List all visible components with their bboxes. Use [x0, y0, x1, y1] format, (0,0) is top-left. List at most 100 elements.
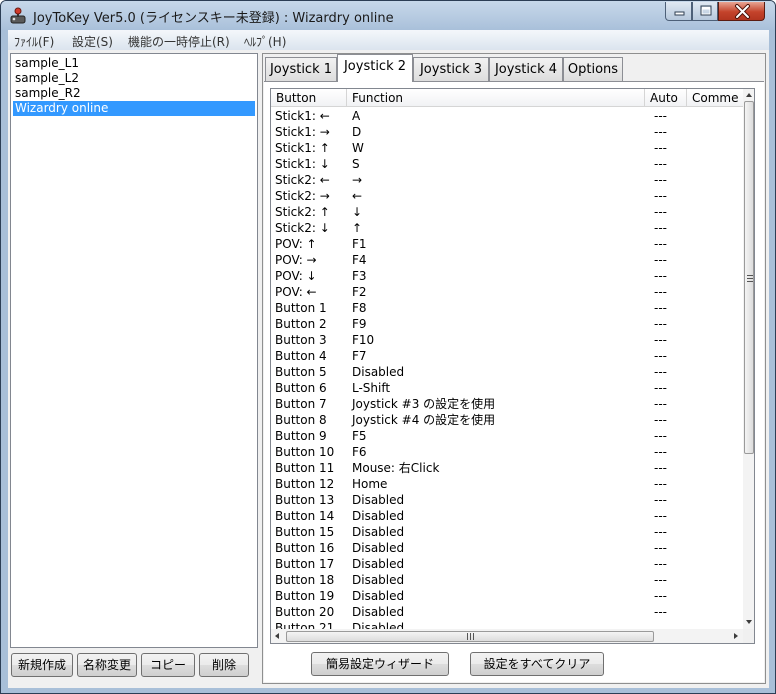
table-row[interactable]: Button 12 Home --- [271, 476, 743, 492]
row-button-cell: Button 17 [275, 557, 335, 571]
delete-profile-button[interactable]: 削除 [199, 653, 249, 677]
scroll-right-icon[interactable] [729, 629, 741, 643]
tab-joystick-4[interactable]: Joystick 4 [489, 57, 563, 82]
row-auto-cell: --- [654, 445, 667, 459]
row-function-cell: F7 [352, 349, 367, 363]
column-button[interactable]: Button [271, 89, 347, 107]
row-auto-cell: --- [654, 125, 667, 139]
profile-item[interactable]: sample_L1 [13, 56, 255, 71]
table-row[interactable]: Button 15 Disabled --- [271, 524, 743, 540]
profile-list[interactable]: sample_L1 sample_L2 sample_R2 Wizardry o… [10, 53, 258, 648]
vertical-scrollbar[interactable] [743, 89, 755, 629]
row-function-cell: F6 [352, 445, 367, 459]
table-row[interactable]: Button 10 F6 --- [271, 444, 743, 460]
profile-item-selected[interactable]: Wizardry online [13, 101, 255, 116]
table-row[interactable]: POV: → F4 --- [271, 252, 743, 268]
table-row[interactable]: Button 1 F8 --- [271, 300, 743, 316]
table-row[interactable]: Stick1: ↓ S --- [271, 156, 743, 172]
column-comment[interactable]: Comme [687, 89, 743, 107]
close-button[interactable] [718, 2, 765, 21]
tab-joystick-3[interactable]: Joystick 3 [413, 57, 489, 82]
tab-options[interactable]: Options [563, 57, 623, 82]
scroll-up-icon[interactable] [743, 90, 755, 100]
tab-joystick-2[interactable]: Joystick 2 [337, 54, 413, 82]
row-auto-cell: --- [654, 237, 667, 251]
table-row[interactable]: POV: ← F2 --- [271, 284, 743, 300]
profile-item[interactable]: sample_R2 [13, 86, 255, 101]
horizontal-scrollbar[interactable] [271, 629, 743, 643]
row-function-cell: Disabled [352, 365, 405, 379]
row-function-cell: Disabled [352, 525, 405, 539]
table-row[interactable]: Button 2 F9 --- [271, 316, 743, 332]
row-button-cell: Button 1 [275, 301, 327, 315]
table-row[interactable]: Stick1: ↑ W --- [271, 140, 743, 156]
row-auto-cell: --- [654, 141, 667, 155]
row-button-cell: Button 8 [275, 413, 327, 427]
table-row[interactable]: Stick1: ← A --- [271, 108, 743, 124]
table-row[interactable]: Button 18 Disabled --- [271, 572, 743, 588]
row-button-cell: POV: ↑ [275, 237, 317, 251]
row-button-cell: Stick2: ↑ [275, 205, 330, 219]
table-row[interactable]: Button 19 Disabled --- [271, 588, 743, 604]
rename-profile-button[interactable]: 名称変更 [77, 653, 137, 677]
row-button-cell: Stick2: ← [275, 173, 330, 187]
row-button-cell: Button 2 [275, 317, 327, 331]
minimize-button[interactable] [665, 2, 692, 21]
menu-help[interactable]: ﾍﾙﾌﾟ(H) [244, 33, 286, 50]
menu-pause[interactable]: 機能の一時停止(R) [128, 33, 230, 50]
table-row[interactable]: Button 8 Joystick #4 の設定を使用 --- [271, 412, 743, 428]
table-row[interactable]: Button 9 F5 --- [271, 428, 743, 444]
row-function-cell: ← [352, 189, 363, 203]
table-row[interactable]: Button 6 L-Shift --- [271, 380, 743, 396]
setup-wizard-button[interactable]: 簡易設定ウィザード [311, 652, 449, 676]
maximize-icon [700, 5, 712, 16]
table-row[interactable]: Button 21 Disabled [271, 620, 743, 629]
table-row[interactable]: Stick2: ↓ ↑ --- [271, 220, 743, 236]
table-row[interactable]: Stick2: ← → --- [271, 172, 743, 188]
table-row[interactable]: POV: ↓ F3 --- [271, 268, 743, 284]
row-auto-cell: --- [654, 413, 667, 427]
tab-joystick-1[interactable]: Joystick 1 [265, 57, 337, 82]
column-auto[interactable]: Auto [645, 89, 687, 107]
row-button-cell: Button 5 [275, 365, 327, 379]
vertical-scroll-thumb[interactable] [744, 101, 754, 454]
row-auto-cell: --- [654, 557, 667, 571]
clear-all-settings-button[interactable]: 設定をすべてクリア [470, 652, 604, 676]
scroll-down-icon[interactable] [743, 617, 755, 627]
table-row[interactable]: Stick2: ↑ ↓ --- [271, 204, 743, 220]
column-function[interactable]: Function [347, 89, 645, 107]
new-profile-button[interactable]: 新規作成 [11, 653, 73, 677]
row-auto-cell: --- [654, 573, 667, 587]
table-row[interactable]: Button 14 Disabled --- [271, 508, 743, 524]
table-row[interactable]: Button 16 Disabled --- [271, 540, 743, 556]
row-function-cell: → [352, 173, 363, 187]
maximize-button[interactable] [692, 2, 718, 21]
row-auto-cell: --- [654, 349, 667, 363]
copy-profile-button[interactable]: コピー [141, 653, 195, 677]
mapping-list[interactable]: Button Function Auto Comme Stick1: ← A ---… [270, 88, 755, 644]
table-row[interactable]: Stick1: → D --- [271, 124, 743, 140]
row-function-cell: Disabled [352, 493, 405, 507]
table-row[interactable]: Button 5 Disabled --- [271, 364, 743, 380]
menu-file[interactable]: ﾌｧｲﾙ(F) [14, 33, 54, 50]
grip-icon [747, 275, 753, 282]
profile-item[interactable]: sample_L2 [13, 71, 255, 86]
horizontal-scroll-thumb[interactable] [286, 631, 654, 642]
table-row[interactable]: Button 3 F10 --- [271, 332, 743, 348]
row-function-cell: Joystick #3 の設定を使用 [352, 397, 496, 411]
scroll-left-icon[interactable] [272, 629, 284, 643]
table-row[interactable]: Button 4 F7 --- [271, 348, 743, 364]
title-bar[interactable]: JoyToKey Ver5.0 (ライセンスキー未登録) : Wizardry … [1, 1, 775, 30]
table-row[interactable]: Button 13 Disabled --- [271, 492, 743, 508]
table-row[interactable]: Button 7 Joystick #3 の設定を使用 --- [271, 396, 743, 412]
joystick-icon [10, 7, 26, 24]
table-row[interactable]: Button 11 Mouse: 右Click --- [271, 460, 743, 476]
row-function-cell: D [352, 125, 362, 139]
menu-settings[interactable]: 設定(S) [72, 33, 113, 50]
table-row[interactable]: POV: ↑ F1 --- [271, 236, 743, 252]
table-row[interactable]: Button 20 Disabled --- [271, 604, 743, 620]
table-row[interactable]: Button 17 Disabled --- [271, 556, 743, 572]
row-auto-cell: --- [654, 205, 667, 219]
table-row[interactable]: Stick2: → ← --- [271, 188, 743, 204]
row-auto-cell: --- [654, 381, 667, 395]
